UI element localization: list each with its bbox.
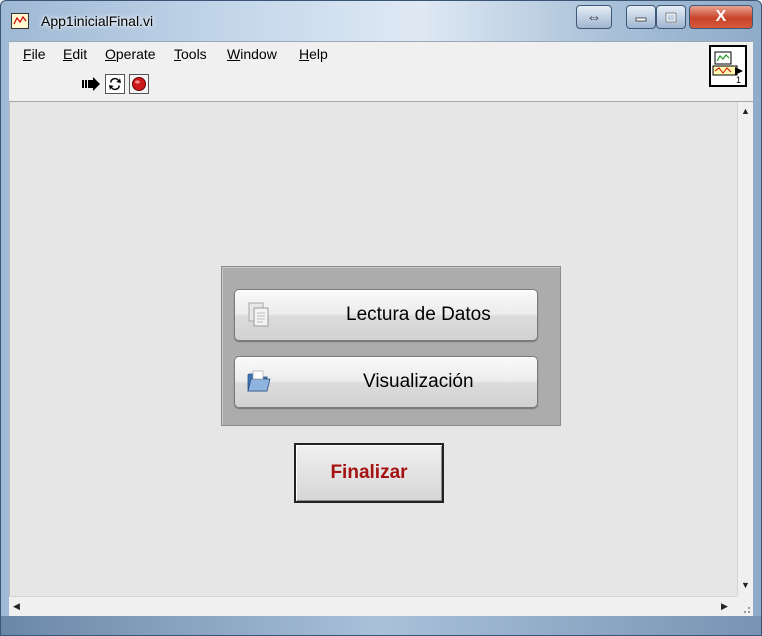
scroll-right-icon[interactable]: ▶ <box>721 601 728 612</box>
resize-grip[interactable] <box>737 596 753 616</box>
horizontal-scrollbar[interactable]: ◀ ▶ <box>9 596 737 616</box>
open-folder-icon <box>247 370 271 392</box>
menu-window[interactable]: Window <box>227 46 277 62</box>
app-window: App1inicialFinal.vi ⇔ X File Edit Operat… <box>0 0 762 636</box>
menu-file[interactable]: File <box>23 46 46 62</box>
scroll-down-icon[interactable]: ▼ <box>741 580 750 590</box>
documents-icon <box>248 302 269 327</box>
abort-button[interactable] <box>129 74 149 94</box>
close-button[interactable]: X <box>689 5 753 29</box>
window-title: App1inicialFinal.vi <box>41 13 154 29</box>
double-arrow-icon: ⇔ <box>586 8 602 26</box>
window-bottom-frame <box>1 616 761 635</box>
menu-help[interactable]: Help <box>299 46 328 62</box>
finalizar-button[interactable]: Finalizar <box>294 443 444 503</box>
run-continuously-button[interactable] <box>105 74 125 94</box>
vi-connector-icon[interactable]: 1 <box>709 45 747 87</box>
visualizacion-label: Visualización <box>363 371 474 392</box>
scroll-up-icon[interactable]: ▲ <box>741 106 750 116</box>
maximize-icon <box>665 12 677 22</box>
lectura-de-datos-button[interactable]: Lectura de Datos <box>234 289 538 341</box>
vi-icon-graphic: 1 <box>712 51 743 85</box>
close-icon: X <box>715 8 727 25</box>
run-button[interactable] <box>81 74 101 94</box>
lectura-de-datos-label: Lectura de Datos <box>346 304 491 325</box>
resize-toggle-button[interactable]: ⇔ <box>576 5 612 29</box>
title-bar[interactable]: App1inicialFinal.vi ⇔ X <box>1 1 761 41</box>
menu-operate[interactable]: Operate <box>105 46 156 62</box>
toolbar: 1 <box>9 45 753 102</box>
scroll-left-icon[interactable]: ◀ <box>13 601 20 612</box>
vi-icon-number: 1 <box>736 75 741 85</box>
menu-tools[interactable]: Tools <box>174 46 207 62</box>
run-continuously-icon <box>109 77 121 91</box>
minimize-button[interactable] <box>626 5 656 29</box>
labview-app-icon <box>11 13 29 29</box>
minimize-icon <box>635 17 647 22</box>
abort-stop-icon <box>132 77 146 91</box>
finalizar-label: Finalizar <box>330 462 408 483</box>
vertical-scrollbar[interactable]: ▲ ▼ <box>737 102 753 596</box>
run-arrow-icon <box>82 77 100 91</box>
visualizacion-button[interactable]: Visualización <box>234 356 538 408</box>
resize-grip-icon <box>744 607 750 613</box>
maximize-button[interactable] <box>656 5 686 29</box>
menu-bar: File Edit Operate Tools Window Help <box>9 41 753 67</box>
buttons-group-box: Lectura de Datos Visualización <box>221 266 561 426</box>
menu-edit[interactable]: Edit <box>63 46 87 62</box>
